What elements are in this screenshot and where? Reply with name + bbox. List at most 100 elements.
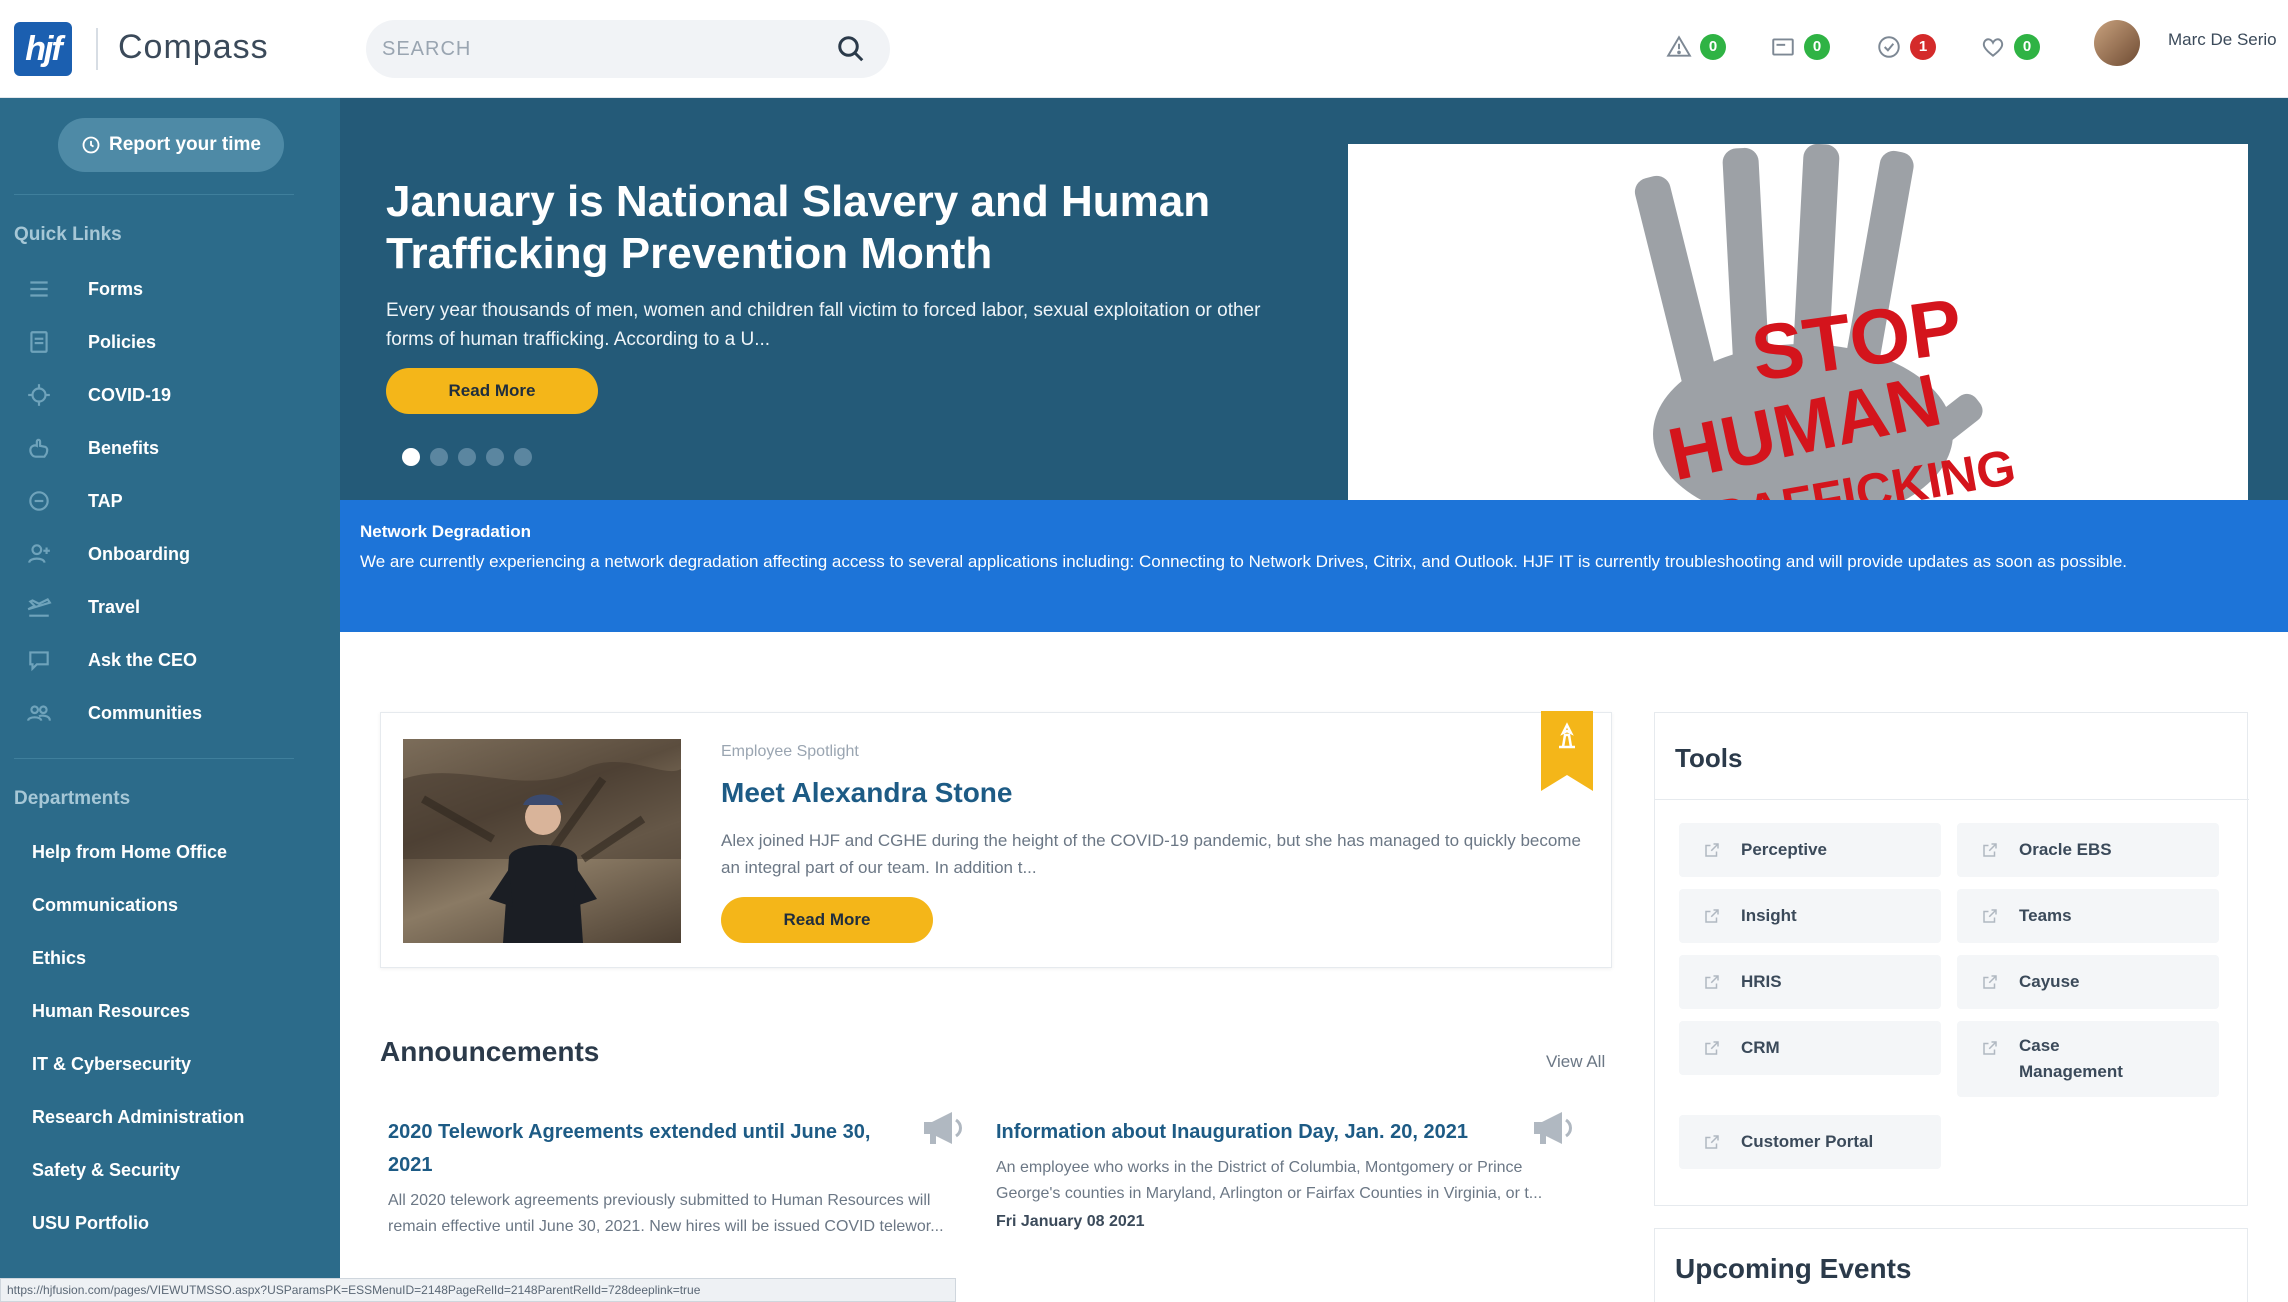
- tool-cayuse[interactable]: Cayuse: [1957, 955, 2219, 1009]
- circle-icon: [29, 491, 49, 511]
- announcement-body: All 2020 telework agreements previously …: [388, 1192, 944, 1235]
- sidebar-divider: [14, 194, 294, 195]
- sidebar-item-travel[interactable]: Travel: [0, 582, 340, 632]
- announcement-item: Information about Inauguration Day, Jan.…: [996, 1116, 1566, 1231]
- sidebar-item-ask-the-ceo[interactable]: Ask the CEO: [0, 635, 340, 685]
- sidebar-item-covid-19[interactable]: COVID-19: [0, 370, 340, 420]
- dept-item-usu-portfolio[interactable]: USU Portfolio: [32, 1213, 149, 1234]
- favorites-count-badge: 0: [2014, 34, 2040, 60]
- search-bar: [366, 20, 890, 78]
- employee-spotlight-card: Employee Spotlight Meet Alexandra Stone …: [380, 711, 1612, 968]
- hero-carousel: January is National Slavery and Human Tr…: [340, 98, 2288, 500]
- sidebar-item-label: Onboarding: [88, 543, 190, 564]
- departments-title: Departments: [14, 788, 131, 809]
- sidebar-item-label: Policies: [88, 331, 157, 352]
- report-time-button[interactable]: Report your time: [58, 118, 284, 172]
- sidebar-item-policies[interactable]: Policies: [0, 317, 340, 367]
- dept-item-human-resources[interactable]: Human Resources: [32, 1001, 190, 1022]
- spotlight-description: Alex joined HJF and CGHE during the heig…: [721, 831, 1581, 877]
- megaphone-icon: [924, 1112, 962, 1144]
- announcement-body: An employee who works in the District of…: [996, 1159, 1543, 1202]
- upcoming-events-title: Upcoming Events: [1675, 1253, 1912, 1284]
- heart-icon: [1982, 38, 2004, 57]
- network-alert-banner: Network Degradation We are currently exp…: [340, 500, 2288, 632]
- tool-case-management[interactable]: Case Management: [1957, 1021, 2219, 1097]
- alerts-count-badge: 0: [1700, 34, 1726, 60]
- external-link-icon: [1983, 1041, 1997, 1055]
- spotlight-title[interactable]: Meet Alexandra Stone: [721, 777, 1012, 809]
- view-all-link[interactable]: View All: [1546, 1052, 1605, 1072]
- tools-title: Tools: [1675, 743, 1743, 773]
- sidebar-item-communities[interactable]: Communities: [0, 688, 340, 738]
- sidebar-item-onboarding[interactable]: Onboarding: [0, 529, 340, 579]
- search-input[interactable]: [382, 20, 822, 78]
- tool-label: Customer Portal: [1741, 1132, 1874, 1151]
- external-link-icon: [1705, 1135, 1719, 1149]
- messages-count-badge: 0: [1804, 34, 1830, 60]
- external-link-icon: [1983, 909, 1997, 923]
- app-name[interactable]: Compass: [118, 28, 269, 67]
- status-bar-url: https://hjfusion.com/pages/VIEWUTMSSO.as…: [0, 1278, 956, 1302]
- alerts-notification[interactable]: 0: [1666, 30, 1726, 64]
- dept-item-research-administration[interactable]: Research Administration: [32, 1107, 244, 1128]
- avatar[interactable]: [2094, 20, 2140, 66]
- tool-label: Insight: [1741, 906, 1797, 925]
- tool-teams[interactable]: Teams: [1957, 889, 2219, 943]
- dept-item-help-from-home-office[interactable]: Help from Home Office: [32, 842, 227, 863]
- virus-icon: [28, 384, 50, 406]
- stop-hand-illustration: STOP HUMAN TRAFFICKING: [1348, 144, 2248, 500]
- tools-divider: [1655, 799, 2249, 800]
- dept-item-safety-security[interactable]: Safety & Security: [32, 1160, 180, 1181]
- external-link-icon: [1705, 1041, 1719, 1055]
- tool-label: Case Management: [2019, 1036, 2123, 1081]
- carousel-dot[interactable]: [514, 448, 532, 466]
- announcement-headline[interactable]: Information about Inauguration Day, Jan.…: [996, 1116, 1496, 1149]
- group-icon: [27, 705, 51, 721]
- carousel-dots: [402, 448, 532, 466]
- external-link-icon: [1983, 843, 1997, 857]
- top-header: hjf Compass 0 0 1 0 Marc De Serio: [0, 0, 2288, 98]
- hero-title[interactable]: January is National Slavery and Human Tr…: [386, 176, 1266, 280]
- tool-perceptive[interactable]: Perceptive: [1679, 823, 1941, 877]
- alert-triangle-icon: [1666, 35, 1692, 57]
- carousel-dot[interactable]: [486, 448, 504, 466]
- dept-item-ethics[interactable]: Ethics: [32, 948, 86, 969]
- hero-description: Every year thousands of men, women and c…: [386, 300, 1261, 350]
- list-icon: [30, 281, 48, 297]
- tool-oracle-ebs[interactable]: Oracle EBS: [1957, 823, 2219, 877]
- spotlight-read-more-button[interactable]: Read More: [721, 897, 933, 943]
- dept-item-communications[interactable]: Communications: [32, 895, 178, 916]
- user-name[interactable]: Marc De Serio: [2168, 30, 2277, 50]
- spotlight-photo[interactable]: [403, 739, 681, 943]
- person-photo-illustration: [403, 761, 681, 943]
- alert-title: Network Degradation: [360, 522, 531, 541]
- external-link-icon: [1983, 975, 1997, 989]
- favorites-notification[interactable]: 0: [1980, 30, 2040, 64]
- messages-notification[interactable]: 0: [1770, 30, 1830, 64]
- tasks-count-badge: 1: [1910, 34, 1936, 60]
- announcement-headline[interactable]: 2020 Telework Agreements extended until …: [388, 1116, 888, 1182]
- tasks-notification[interactable]: 1: [1876, 30, 1936, 64]
- sidebar-item-label: Ask the CEO: [88, 649, 198, 670]
- megaphone-icon: [1534, 1112, 1572, 1144]
- spotlight-label: Employee Spotlight: [721, 743, 859, 760]
- hjf-logo[interactable]: hjf: [14, 22, 72, 76]
- tool-insight[interactable]: Insight: [1679, 889, 1941, 943]
- sidebar-item-forms[interactable]: Forms: [0, 264, 340, 314]
- tool-customer-portal[interactable]: Customer Portal: [1679, 1115, 1941, 1169]
- hero-read-more-button[interactable]: Read More: [386, 368, 598, 414]
- sidebar: Report your time Quick Links Forms Polic…: [0, 98, 340, 1302]
- dept-item-it-cybersecurity[interactable]: IT & Cybersecurity: [32, 1054, 191, 1075]
- search-icon[interactable]: [836, 34, 866, 64]
- sidebar-item-benefits[interactable]: Benefits: [0, 423, 340, 473]
- upcoming-events-panel: Upcoming Events: [1654, 1228, 2248, 1302]
- carousel-dot[interactable]: [458, 448, 476, 466]
- hand-icon: [29, 438, 49, 458]
- tool-crm[interactable]: CRM: [1679, 1021, 1941, 1075]
- carousel-dot[interactable]: [402, 448, 420, 466]
- carousel-dot[interactable]: [430, 448, 448, 466]
- bookmark-ribbon-icon: [1541, 711, 1593, 791]
- sidebar-item-tap[interactable]: TAP: [0, 476, 340, 526]
- tool-hris[interactable]: HRIS: [1679, 955, 1941, 1009]
- tools-panel: Tools Perceptive Oracle EBS Insight Team…: [1654, 712, 2249, 1206]
